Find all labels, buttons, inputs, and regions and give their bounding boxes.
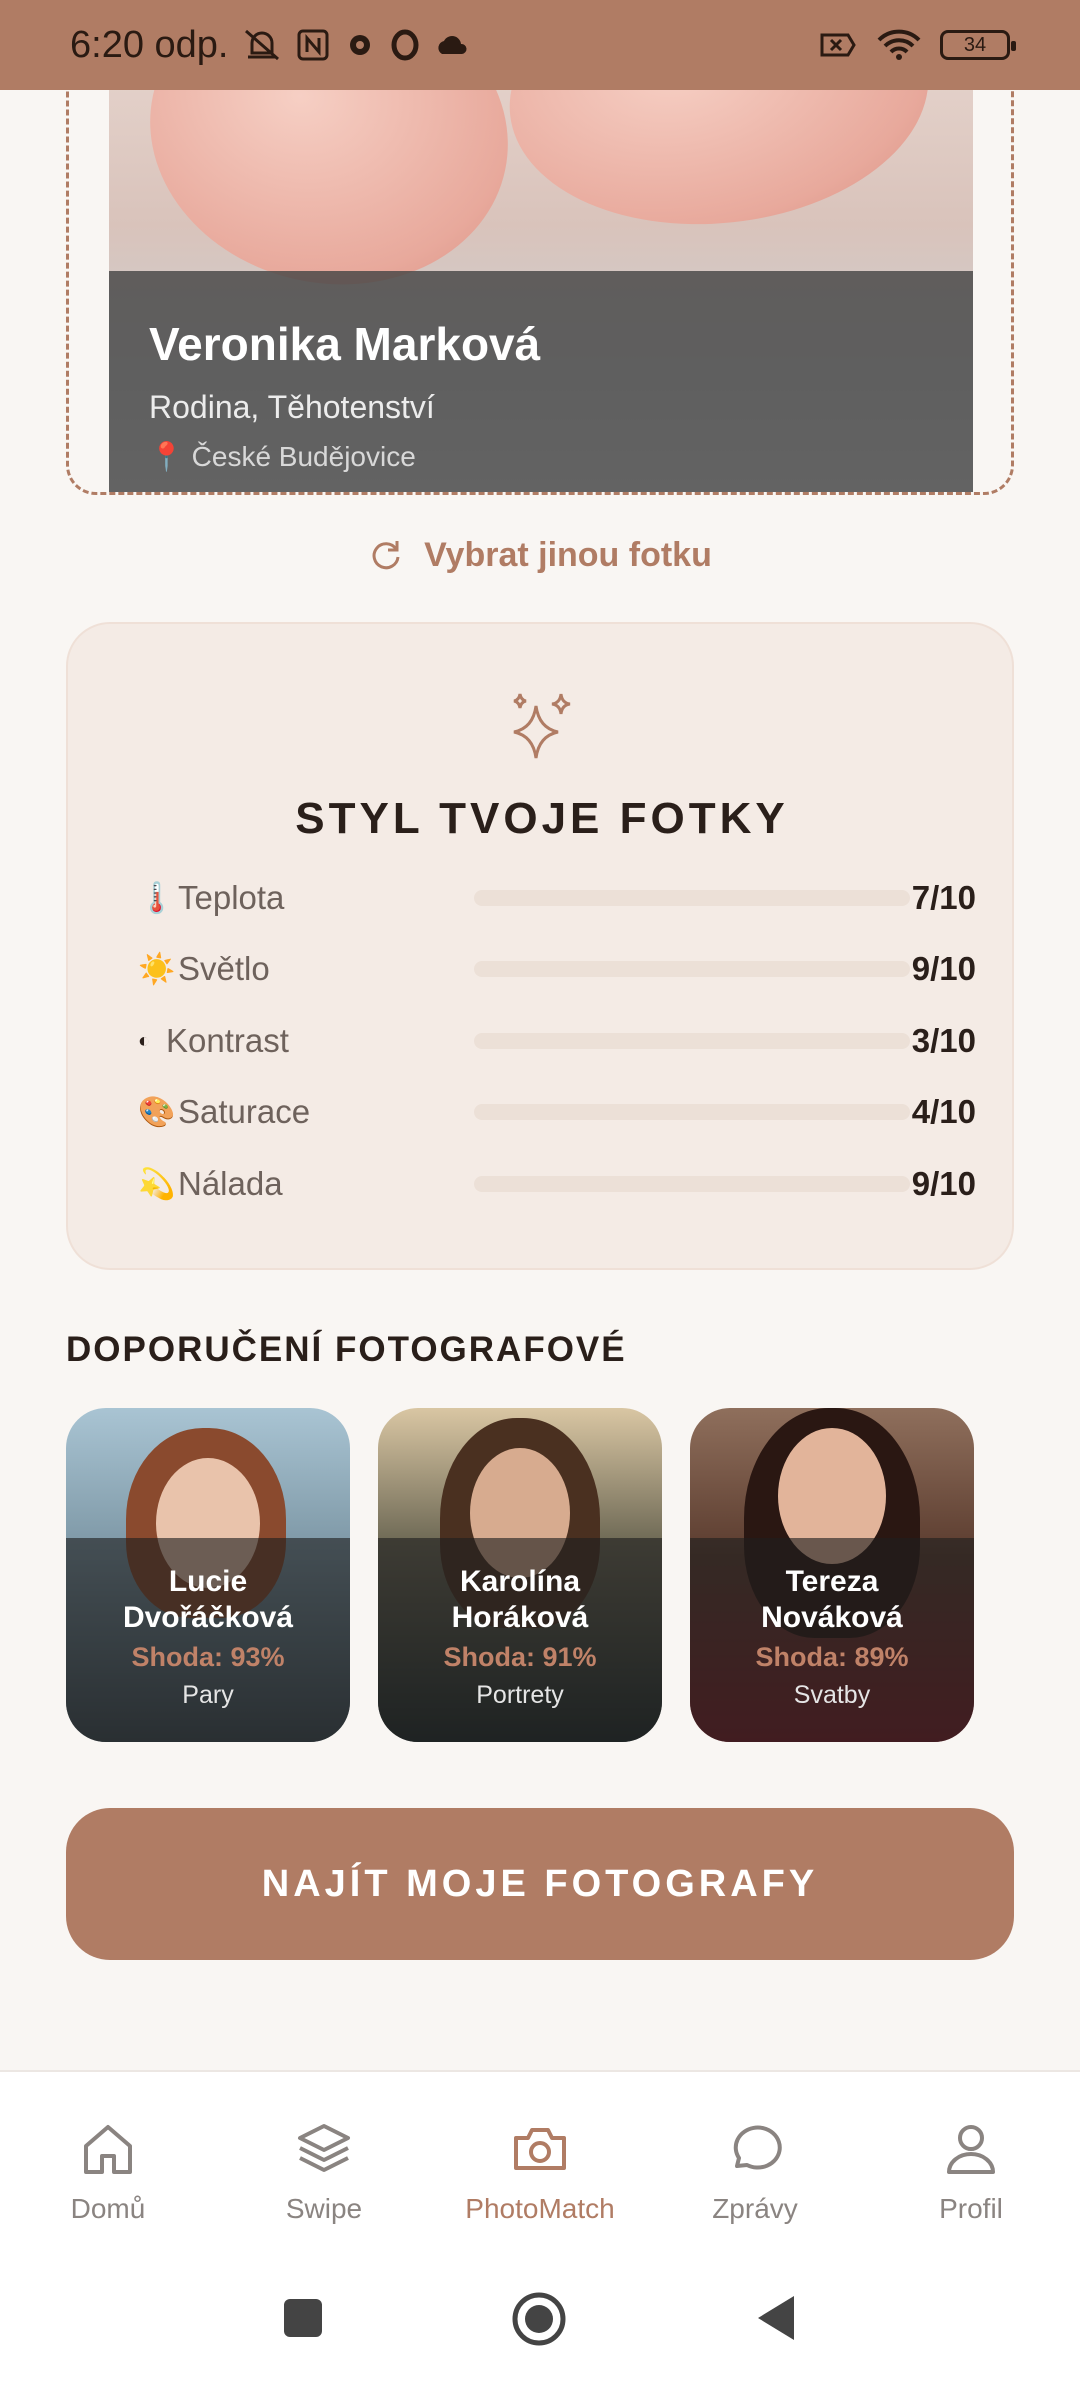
home-icon — [84, 2125, 132, 2174]
metric-score: 9/10 — [911, 950, 976, 987]
system-nav-bar — [0, 2250, 1080, 2400]
nav-item-messages[interactable]: Zprávy — [655, 2120, 855, 2225]
match-score: Shoda: 93% — [131, 1642, 285, 1672]
nav-item-swipe[interactable]: Swipe — [224, 2120, 424, 2225]
photographer-category: Svatby — [793, 1681, 871, 1709]
wifi-icon — [877, 29, 921, 60]
find-photographers-button[interactable]: NAJÍT MOJE FOTOGRAFY — [66, 1808, 1014, 1960]
nav-label: Domů — [70, 2193, 146, 2224]
metric-score: 3/10 — [911, 1022, 976, 1059]
nav-label: Zprávy — [712, 2193, 798, 2224]
metric-score: 9/10 — [911, 1165, 976, 1202]
metric-label: Teplota — [178, 879, 285, 916]
photographer-first-name: Karolína — [459, 1565, 581, 1598]
photographer-name: Veronika Marková — [149, 318, 541, 370]
chat-icon — [733, 2125, 782, 2170]
photo-card: Veronika Marková Rodina, Těhotenství 📍 Č… — [109, 43, 973, 492]
metric-label: Světlo — [178, 950, 270, 987]
dizzy-star-icon: 💫 — [138, 1167, 176, 1201]
metric-score: 4/10 — [911, 1093, 976, 1130]
battery-icon: 34 — [940, 30, 1016, 60]
camera-icon — [514, 2128, 566, 2170]
metric-nalada: 💫 Nálada 9/10 — [138, 1159, 976, 1209]
photographer-card-tereza[interactable]: Tereza Nováková Shoda: 89% Svatby — [690, 1408, 974, 1742]
metric-bar — [474, 1176, 910, 1192]
card-text: Karolína Horáková Shoda: 91% Portrety — [378, 1564, 662, 1710]
photo-location-text: České Budějovice — [191, 441, 416, 472]
opera-icon — [391, 29, 419, 61]
home-button[interactable] — [510, 2290, 568, 2348]
metric-bar — [474, 961, 910, 977]
photographer-first-name: Lucie — [168, 1565, 248, 1598]
photographer-last-name: Nováková — [761, 1601, 903, 1634]
photographer-last-name: Dvořáčková — [122, 1601, 294, 1634]
status-bar: 6:20 odp. 34 — [0, 0, 1080, 90]
muted-bell-icon — [245, 29, 280, 61]
recommended-list: Lucie Dvořáčková Shoda: 93% Pary Karolín… — [66, 1408, 1014, 1744]
metric-label: Nálada — [178, 1165, 283, 1202]
metric-svetlo: ☀️ Světlo 9/10 — [138, 944, 976, 994]
bottom-nav: Domů Swipe PhotoMatch Zprávy Profil — [0, 2070, 1080, 2250]
photographer-last-name: Horáková — [451, 1601, 589, 1634]
status-time: 6:20 odp. — [70, 23, 229, 66]
style-analysis-card: STYL TVOJE FOTKY 🌡️ Teplota 7/10 ☀️ Svět… — [66, 622, 1014, 1270]
gear-icon — [350, 35, 371, 55]
photo-tags: Rodina, Těhotenství — [149, 389, 435, 425]
metric-label: Saturace — [178, 1093, 311, 1130]
thermometer-icon: 🌡️ — [138, 881, 176, 915]
contrast-icon: ◐ — [138, 1029, 151, 1052]
metric-bar — [474, 1033, 910, 1049]
nav-item-profile[interactable]: Profil — [871, 2120, 1071, 2225]
style-title: STYL TVOJE FOTKY — [295, 794, 789, 843]
metric-saturace: 🎨 Saturace 4/10 — [138, 1087, 976, 1137]
card-text: Lucie Dvořáčková Shoda: 93% Pary — [66, 1564, 350, 1710]
layers-icon — [298, 2124, 350, 2172]
photo-preview-frame: Veronika Marková Rodina, Těhotenství 📍 Č… — [66, 40, 1014, 495]
photographer-card-lucie[interactable]: Lucie Dvořáčková Shoda: 93% Pary — [66, 1408, 350, 1742]
battery-level: 34 — [963, 33, 987, 56]
no-sim-icon — [820, 33, 856, 57]
photo-location: 📍 České Budějovice — [149, 441, 416, 472]
palette-icon: 🎨 — [138, 1095, 176, 1129]
nav-label: Profil — [939, 2193, 1003, 2224]
nav-label: Swipe — [285, 2193, 363, 2224]
nfc-icon — [297, 29, 329, 61]
metric-label: Kontrast — [166, 1022, 289, 1059]
sun-icon: ☀️ — [138, 952, 176, 986]
back-button[interactable] — [754, 2292, 798, 2344]
change-photo-label: Vybrat jinou fotku — [424, 535, 712, 574]
sparkle-icon — [513, 693, 571, 759]
status-icons — [242, 27, 470, 63]
metric-kontrast: ◐ Kontrast 3/10 — [138, 1016, 976, 1066]
photographer-first-name: Tereza — [785, 1565, 879, 1598]
photo-info-overlay: Veronika Marková Rodina, Těhotenství 📍 Č… — [109, 271, 973, 492]
metric-teplota: 🌡️ Teplota 7/10 — [138, 873, 976, 923]
photographer-card-karolina[interactable]: Karolína Horáková Shoda: 91% Portrety — [378, 1408, 662, 1742]
refresh-icon — [372, 541, 400, 570]
metric-score: 7/10 — [911, 879, 976, 916]
nav-label: PhotoMatch — [465, 2193, 615, 2224]
change-photo-button[interactable]: Vybrat jinou fotku — [0, 530, 1080, 580]
recents-button[interactable] — [280, 2295, 326, 2341]
metric-bar — [474, 890, 910, 906]
nav-item-home[interactable]: Domů — [8, 2120, 208, 2225]
cloud-icon — [438, 36, 468, 54]
photographer-category: Portrety — [476, 1681, 564, 1709]
user-icon — [947, 2125, 995, 2174]
match-score: Shoda: 89% — [755, 1642, 909, 1672]
metric-bar — [474, 1104, 910, 1120]
photographer-category: Pary — [182, 1681, 234, 1709]
nav-item-photomatch[interactable]: PhotoMatch — [440, 2120, 640, 2225]
match-score: Shoda: 91% — [443, 1642, 597, 1672]
recommended-title: DOPORUČENÍ FOTOGRAFOVÉ — [66, 1330, 627, 1369]
card-text: Tereza Nováková Shoda: 89% Svatby — [690, 1564, 974, 1710]
